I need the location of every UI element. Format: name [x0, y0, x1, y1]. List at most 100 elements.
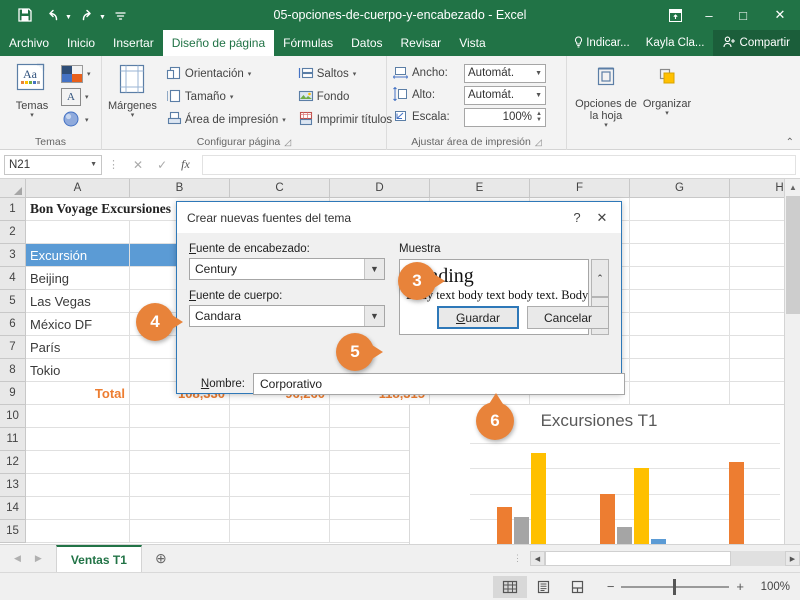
bar-ene-mexico-df[interactable] — [514, 516, 530, 544]
cell-g3[interactable] — [630, 244, 730, 267]
zoom-slider-thumb[interactable] — [673, 578, 677, 595]
cell-a14[interactable] — [26, 497, 130, 520]
column-header-c[interactable]: C — [230, 179, 330, 198]
cell-c10[interactable] — [230, 405, 330, 428]
ribbon-tab-formulas[interactable]: Fórmulas — [274, 30, 342, 56]
normal-view-icon[interactable] — [492, 575, 527, 598]
sheet-options-button[interactable]: Opciones de la hoja ▾ — [573, 63, 639, 130]
theme-fonts-button[interactable]: A ▾ — [58, 86, 94, 108]
name-box-dropdown-icon[interactable]: ▼ — [90, 161, 97, 168]
next-sheet-icon[interactable]: ▶ — [35, 553, 42, 564]
ribbon-display-options-icon[interactable] — [658, 0, 692, 30]
cell-b10[interactable] — [130, 405, 230, 428]
horizontal-scroll-thumb[interactable] — [545, 551, 731, 566]
height-dropdown-icon[interactable]: ▼ — [535, 92, 542, 99]
margins-dropdown-icon[interactable]: ▾ — [131, 112, 135, 120]
column-header-b[interactable]: B — [130, 179, 230, 198]
row-header-8[interactable]: 8 — [0, 359, 26, 382]
cell-a11[interactable] — [26, 428, 130, 451]
embedded-chart[interactable]: Excursiones T1 10,000 5,000 0 — [409, 404, 789, 544]
cell-a6[interactable]: México DF — [26, 313, 130, 336]
scale-spinner-arrows[interactable]: ▲ ▼ — [536, 111, 542, 123]
cancel-button[interactable]: Cancelar — [527, 306, 609, 329]
zoom-in-button[interactable]: + — [736, 579, 744, 594]
cell-g4[interactable] — [630, 267, 730, 290]
cell-a12[interactable] — [26, 451, 130, 474]
customize-qat-icon[interactable] — [108, 3, 134, 27]
width-dropdown-icon[interactable]: ▼ — [535, 70, 542, 77]
name-box[interactable]: N21 ▼ — [4, 154, 102, 175]
cell-g6[interactable] — [630, 313, 730, 336]
theme-colors-dropdown-icon[interactable]: ▾ — [87, 70, 91, 78]
row-header-10[interactable]: 10 — [0, 405, 26, 428]
scroll-right-icon[interactable]: ▶ — [785, 551, 800, 566]
redo-icon[interactable] — [74, 3, 100, 27]
name-input[interactable]: Corporativo — [253, 373, 625, 395]
cell-a3[interactable]: Excursión — [26, 244, 130, 267]
sheet-options-dropdown-icon[interactable]: ▾ — [604, 122, 608, 130]
bar-feb-mexico-df[interactable] — [617, 527, 633, 544]
row-header-5[interactable]: 5 — [0, 290, 26, 313]
vertical-scroll-thumb[interactable] — [786, 196, 800, 314]
heading-font-dropdown-icon[interactable]: ▼ — [364, 259, 384, 279]
print-titles-button[interactable]: Imprimir títulos — [295, 109, 395, 131]
horizontal-scroll-track[interactable] — [545, 551, 785, 566]
row-header-14[interactable]: 14 — [0, 497, 26, 520]
sample-scroll-up-icon[interactable]: ⌃ — [591, 259, 609, 297]
cell-a2[interactable] — [26, 221, 130, 244]
sheet-tab-ventas-t1[interactable]: Ventas T1 — [55, 545, 142, 572]
print-area-button[interactable]: Área de impresión ▾ — [163, 109, 289, 131]
row-header-4[interactable]: 4 — [0, 267, 26, 290]
column-header-a[interactable]: A — [26, 179, 130, 198]
cell-g1[interactable] — [630, 198, 730, 221]
cell-g2[interactable] — [630, 221, 730, 244]
row-header-13[interactable]: 13 — [0, 474, 26, 497]
body-font-dropdown-icon[interactable]: ▼ — [364, 306, 384, 326]
breaks-dropdown-icon[interactable]: ▾ — [353, 70, 357, 78]
vertical-scrollbar[interactable]: ▲ — [784, 179, 800, 544]
body-font-combo[interactable]: Candara ▼ — [189, 305, 385, 327]
help-icon[interactable]: ? — [565, 210, 589, 225]
cell-a4[interactable]: Beijing — [26, 267, 130, 290]
save-button[interactable]: Guardar — [437, 306, 519, 329]
orientation-dropdown-icon[interactable]: ▾ — [248, 70, 252, 78]
width-combo[interactable]: Automát. ▼ — [464, 63, 546, 83]
cell-b12[interactable] — [130, 451, 230, 474]
background-button[interactable]: Fondo — [295, 86, 395, 108]
cell-g8[interactable] — [630, 359, 730, 382]
cell-c12[interactable] — [230, 451, 330, 474]
zoom-level-label[interactable]: 100% — [756, 581, 790, 593]
bar-feb-las-vegas[interactable] — [600, 494, 616, 544]
cell-a5[interactable]: Las Vegas — [26, 290, 130, 313]
ribbon-tab-vista[interactable]: Vista — [450, 30, 494, 56]
row-header-1[interactable]: 1 — [0, 198, 26, 221]
height-combo[interactable]: Automát. ▼ — [464, 85, 546, 105]
arrange-dropdown-icon[interactable]: ▾ — [665, 110, 669, 118]
cell-a15[interactable] — [26, 520, 130, 543]
theme-effects-button[interactable]: ▾ — [58, 109, 94, 131]
cell-a8[interactable]: Tokio — [26, 359, 130, 382]
cell-c15[interactable] — [230, 520, 330, 543]
cell-g7[interactable] — [630, 336, 730, 359]
collapse-ribbon-icon[interactable]: ⌃ — [786, 137, 794, 148]
redo-dropdown-icon[interactable]: ▼ — [99, 14, 106, 21]
ribbon-tab-archivo[interactable]: Archivo — [0, 30, 58, 56]
close-button[interactable]: ✕ — [760, 0, 800, 30]
cell-b14[interactable] — [130, 497, 230, 520]
theme-colors-button[interactable]: ▾ — [58, 63, 94, 85]
cell-a10[interactable] — [26, 405, 130, 428]
column-header-f[interactable]: F — [530, 179, 630, 198]
enter-icon[interactable]: ✓ — [157, 158, 167, 172]
save-icon[interactable] — [12, 3, 38, 27]
previous-sheet-icon[interactable]: ◀ — [14, 553, 21, 564]
size-dropdown-icon[interactable]: ▾ — [230, 93, 234, 101]
column-header-d[interactable]: D — [330, 179, 430, 198]
undo-icon[interactable] — [40, 3, 66, 27]
cell-a13[interactable] — [26, 474, 130, 497]
bar-ene-paris[interactable] — [531, 452, 547, 544]
cell-b11[interactable] — [130, 428, 230, 451]
cell-b13[interactable] — [130, 474, 230, 497]
cell-b15[interactable] — [130, 520, 230, 543]
row-header-11[interactable]: 11 — [0, 428, 26, 451]
account-name[interactable]: Kayla Cla... — [638, 37, 713, 49]
